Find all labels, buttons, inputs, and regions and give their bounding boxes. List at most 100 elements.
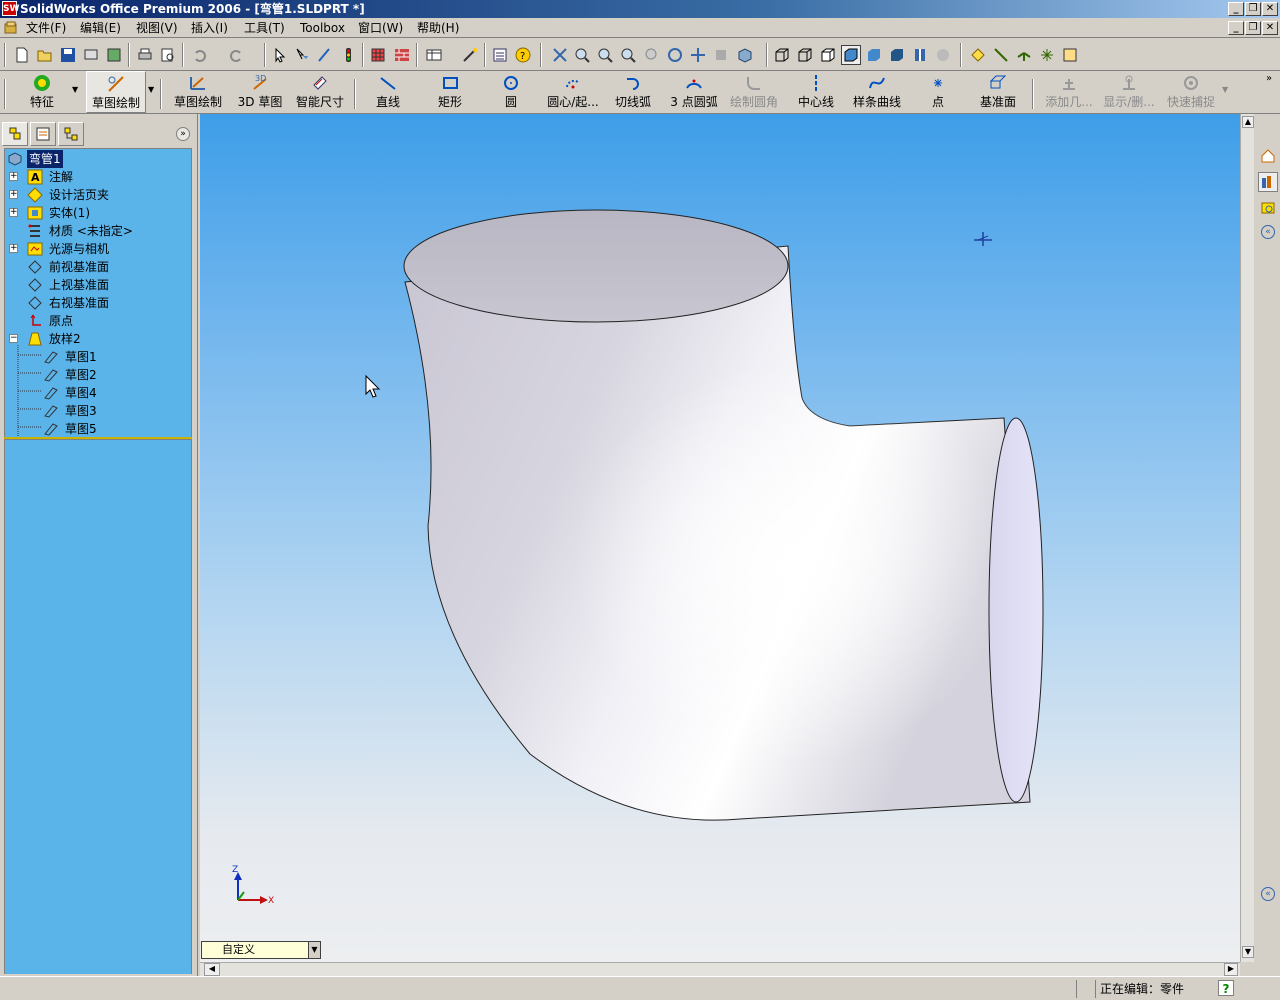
- print-icon[interactable]: [135, 45, 155, 65]
- planes-icon[interactable]: [968, 45, 988, 65]
- line-button[interactable]: 直线: [362, 71, 414, 113]
- scroll-down-icon[interactable]: ▼: [1242, 946, 1254, 958]
- menu-view[interactable]: 视图(V): [136, 20, 178, 36]
- file-explorer-icon[interactable]: [1258, 198, 1278, 218]
- 3d-drawing-view-icon[interactable]: [711, 45, 731, 65]
- circle-button[interactable]: 圆: [486, 71, 536, 113]
- magic-icon[interactable]: [460, 45, 480, 65]
- horizontal-scrollbar[interactable]: ◀ ▶: [200, 962, 1240, 976]
- brick-icon[interactable]: [392, 45, 412, 65]
- menu-edit[interactable]: 编辑(E): [80, 20, 121, 36]
- sketch-dropdown-icon[interactable]: ▼: [148, 85, 154, 94]
- help-icon[interactable]: ?: [513, 45, 533, 65]
- hidden-lines-removed-icon[interactable]: [818, 45, 838, 65]
- design-library-icon[interactable]: [1258, 172, 1278, 192]
- close-button[interactable]: ✕: [1262, 2, 1278, 16]
- view-orientation-dropdown[interactable]: 自定义 ▼: [201, 941, 321, 959]
- expand-task-pane-icon[interactable]: «: [1258, 222, 1278, 242]
- realview-icon[interactable]: [933, 45, 953, 65]
- zoom-area-icon[interactable]: [572, 45, 592, 65]
- redo-icon[interactable]: [226, 45, 246, 65]
- print-preview-icon[interactable]: [81, 45, 101, 65]
- features-tab[interactable]: 特征: [14, 71, 70, 113]
- grid-icon[interactable]: [368, 45, 388, 65]
- open-icon[interactable]: [35, 45, 55, 65]
- sketch-visibility-icon[interactable]: [1060, 45, 1080, 65]
- property-manager-tab-icon[interactable]: [30, 122, 56, 146]
- sketch-tab[interactable]: 草图绘制: [86, 71, 146, 113]
- zoom-fit-icon[interactable]: [550, 45, 570, 65]
- scroll-left-icon[interactable]: ◀: [204, 963, 220, 976]
- elbow-pipe-model[interactable]: Z X: [200, 114, 1240, 962]
- features-dropdown-icon[interactable]: ▼: [72, 85, 78, 94]
- new-icon[interactable]: [12, 45, 32, 65]
- plane-button[interactable]: 基准面: [972, 71, 1024, 113]
- help-status-icon[interactable]: ?: [1218, 980, 1234, 996]
- rollback-bar[interactable]: [4, 437, 192, 439]
- solidworks-app-icon[interactable]: SW: [2, 1, 19, 16]
- shaded-icon[interactable]: [864, 45, 884, 65]
- view-orientation-icon[interactable]: [735, 45, 755, 65]
- list-icon[interactable]: [490, 45, 510, 65]
- centerpoint-arc-button[interactable]: 圆心/起...: [542, 71, 604, 113]
- coordinate-icon[interactable]: [1014, 45, 1034, 65]
- menu-file[interactable]: 文件(F): [26, 20, 66, 36]
- zoom-out-icon[interactable]: [642, 45, 662, 65]
- shadows-icon[interactable]: [887, 45, 907, 65]
- section-view-icon[interactable]: [910, 45, 930, 65]
- table-icon[interactable]: [424, 45, 444, 65]
- scroll-right-icon[interactable]: ▶: [1224, 963, 1238, 976]
- shaded-with-edges-icon[interactable]: [841, 45, 861, 65]
- minimize-button[interactable]: _: [1228, 2, 1244, 16]
- zoom-in-out-icon[interactable]: [595, 45, 615, 65]
- sketch-button[interactable]: 草图绘制: [170, 71, 226, 113]
- rebuild-edit-icon[interactable]: [315, 45, 335, 65]
- 3d-sketch-button[interactable]: 3D 3D 草图: [232, 71, 288, 113]
- restore-button[interactable]: ❐: [1245, 2, 1261, 16]
- document-icon[interactable]: [3, 20, 19, 36]
- rotate-icon[interactable]: [665, 45, 685, 65]
- view-orientation-arrow-icon[interactable]: ▼: [308, 942, 320, 958]
- menu-window[interactable]: 窗口(W): [358, 20, 403, 36]
- tangent-arc-button[interactable]: 切线弧: [608, 71, 658, 113]
- feature-manager-tab-icon[interactable]: [2, 122, 28, 146]
- menu-toolbox[interactable]: Toolbox: [300, 20, 345, 36]
- expand-task-pane-bottom-icon[interactable]: «: [1258, 884, 1278, 904]
- quick-snaps-dropdown-icon[interactable]: ▼: [1222, 85, 1228, 94]
- sketch-fillet-button[interactable]: 绘制圆角: [726, 71, 782, 113]
- options-icon[interactable]: [104, 45, 124, 65]
- select-filter-icon[interactable]: [292, 45, 312, 65]
- toolbar-overflow-icon[interactable]: »: [1266, 73, 1272, 84]
- rectangle-button[interactable]: 矩形: [424, 71, 476, 113]
- undo-icon[interactable]: [190, 45, 210, 65]
- preview-icon[interactable]: [158, 45, 178, 65]
- axes-icon[interactable]: [991, 45, 1011, 65]
- configuration-manager-tab-icon[interactable]: [58, 122, 84, 146]
- solidworks-resources-icon[interactable]: [1258, 146, 1278, 166]
- doc-close-button[interactable]: ✕: [1262, 21, 1278, 35]
- display-delete-relations-button[interactable]: 显示/删...: [1100, 71, 1158, 113]
- spline-button[interactable]: 样条曲线: [848, 71, 906, 113]
- quick-snaps-button[interactable]: 快速捕捉: [1162, 71, 1220, 113]
- zoom-selection-icon[interactable]: [618, 45, 638, 65]
- select-icon[interactable]: [270, 45, 290, 65]
- scroll-up-icon[interactable]: ▲: [1242, 116, 1254, 128]
- 3-point-arc-button[interactable]: 3 点圆弧: [666, 71, 722, 113]
- smart-dimension-button[interactable]: 智能尺寸: [292, 71, 348, 113]
- menu-tools[interactable]: 工具(T): [244, 20, 285, 36]
- rebuild-icon[interactable]: [338, 45, 358, 65]
- add-relation-button[interactable]: 添加几...: [1040, 71, 1098, 113]
- hidden-lines-visible-icon[interactable]: [795, 45, 815, 65]
- doc-restore-button[interactable]: ❐: [1245, 21, 1261, 35]
- point-button[interactable]: 点: [922, 71, 954, 113]
- menu-help[interactable]: 帮助(H): [417, 20, 459, 36]
- collapse-pane-icon[interactable]: »: [176, 127, 190, 141]
- centerline-button[interactable]: 中心线: [792, 71, 840, 113]
- save-icon[interactable]: [58, 45, 78, 65]
- points-icon[interactable]: [1037, 45, 1057, 65]
- pan-icon[interactable]: [688, 45, 708, 65]
- doc-minimize-button[interactable]: _: [1228, 21, 1244, 35]
- vertical-scrollbar[interactable]: ▲ ▼: [1240, 114, 1254, 962]
- graphics-area[interactable]: Z X: [200, 114, 1240, 962]
- wireframe-icon[interactable]: [772, 45, 792, 65]
